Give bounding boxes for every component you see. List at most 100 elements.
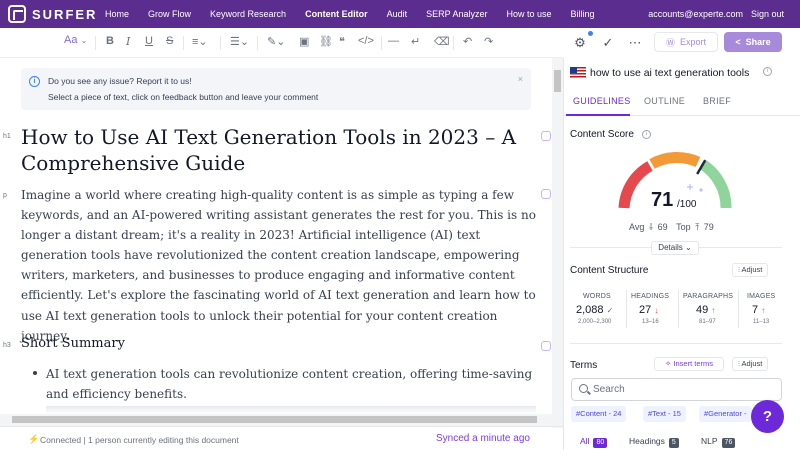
sliders-icon: ⫶ <box>738 265 740 274</box>
info-icon[interactable]: i <box>763 67 772 76</box>
comment-icon[interactable] <box>541 189 551 199</box>
redo-icon[interactable]: ↷ <box>484 35 493 48</box>
nav-how-to-use[interactable]: How to use <box>506 9 551 19</box>
tab-guidelines[interactable]: GUIDELINES <box>573 96 631 106</box>
filter-nlp-count: 76 <box>721 438 736 448</box>
adjust-terms-button[interactable]: ⫶ Adjust <box>732 357 769 371</box>
next-line-fade <box>46 406 536 414</box>
logo[interactable]: SURFER <box>8 5 100 23</box>
arrow-up-icon: ↑ <box>761 306 766 315</box>
italic-icon[interactable]: I <box>126 35 130 48</box>
search-icon <box>579 384 588 393</box>
filter-all-label: All <box>580 436 590 446</box>
vertical-scroll-thumb[interactable] <box>554 70 561 92</box>
avg-icon: ⸸ <box>648 222 654 232</box>
terms-title: Terms <box>570 360 598 371</box>
export-button[interactable]: Ⓦ Export <box>654 32 718 52</box>
stat-paragraphs-range: 81–97 <box>699 319 716 325</box>
close-icon[interactable]: × <box>518 74 523 84</box>
stat-words-label: WORDS <box>583 293 611 300</box>
nav-billing[interactable]: Billing <box>571 9 595 19</box>
details-button[interactable]: Details ⌄ <box>651 241 699 255</box>
top-value: 79 <box>703 222 714 232</box>
nav-home[interactable]: Home <box>105 9 129 19</box>
stat-divider <box>738 290 739 328</box>
term-chip[interactable]: #Content - 24 <box>571 406 627 422</box>
strikethrough-icon[interactable]: S <box>166 35 173 47</box>
list-icon[interactable]: ☰⌄ <box>230 35 249 48</box>
tab-brief[interactable]: BRIEF <box>703 96 731 106</box>
connection-status: Connected | 1 person currently editing t… <box>40 435 239 445</box>
stat-images-value: 7 ↑ <box>752 304 765 316</box>
target-keyword[interactable]: how to use ai text generation tools <box>590 67 749 79</box>
gauge-green-segment <box>698 159 732 209</box>
align-icon[interactable]: ≡⌄ <box>192 35 208 48</box>
horizontal-rule-icon[interactable]: — <box>388 35 399 47</box>
comment-icon[interactable] <box>541 341 551 351</box>
nav-keyword-research[interactable]: Keyword Research <box>210 9 286 19</box>
bold-icon[interactable]: B <box>106 35 114 47</box>
filter-nlp[interactable]: NLP 76 <box>701 436 736 448</box>
term-chip[interactable]: #Text - 15 <box>643 406 686 422</box>
link-icon[interactable]: ⛓ <box>319 35 333 48</box>
highlight-icon[interactable]: ✎⌄ <box>267 35 285 48</box>
share-icon: < <box>735 37 741 47</box>
sparkle-icon <box>687 184 703 192</box>
quote-icon[interactable]: ❝ <box>339 35 345 48</box>
account-email[interactable]: accounts@experte.com <box>648 9 743 19</box>
toolbar-divider <box>183 36 184 50</box>
comment-icon[interactable] <box>541 131 551 141</box>
intro-paragraph[interactable]: Imagine a world where creating high-qual… <box>21 185 536 346</box>
top-label: Top <box>676 222 691 232</box>
export-label: Export <box>680 37 707 47</box>
block-tag-h3: h3 <box>3 342 11 349</box>
undo-icon[interactable]: ↶ <box>463 35 472 48</box>
filter-headings[interactable]: Headings 5 <box>629 436 679 448</box>
filter-headings-count: 5 <box>668 438 679 448</box>
adjust-label: Adjust <box>741 359 763 368</box>
check-circle-icon[interactable]: ✓ <box>600 35 616 51</box>
insert-terms-button[interactable]: ✧ Insert terms <box>654 357 724 371</box>
code-icon[interactable]: </> <box>358 35 374 47</box>
signout-link[interactable]: Sign out <box>751 9 784 19</box>
clear-format-icon[interactable]: ⌫ <box>434 35 450 48</box>
document-title[interactable]: How to Use AI Text Generation Tools in 2… <box>21 124 541 176</box>
image-icon[interactable]: ▣ <box>299 35 309 48</box>
filter-all-count: 80 <box>593 438 608 448</box>
sliders-icon: ⫶ <box>738 359 740 368</box>
text-style-label: Aa <box>64 34 78 46</box>
top-nav: SURFER Home Grow Flow Keyword Research C… <box>0 0 800 28</box>
more-options-icon[interactable]: ⋯ <box>627 35 643 51</box>
stat-words-range: 2,000–2,300 <box>578 319 612 325</box>
notification-dot <box>588 31 593 36</box>
logo-text: SURFER <box>32 6 98 22</box>
list-item[interactable]: AI text generation tools can revolutioni… <box>46 364 536 404</box>
help-chat-button[interactable]: ? <box>751 400 784 433</box>
stat-paragraphs-label: PARAGRAPHS <box>683 293 734 300</box>
gauge-orange-segment <box>649 151 701 169</box>
nav-grow-flow[interactable]: Grow Flow <box>148 9 191 19</box>
settings-gear-icon[interactable]: ⚙ <box>572 35 588 51</box>
nav-serp-analyzer[interactable]: SERP Analyzer <box>426 9 487 19</box>
term-chip[interactable]: #Generator - <box>699 406 752 422</box>
info-icon[interactable]: i <box>642 130 651 139</box>
nav-audit[interactable]: Audit <box>387 9 408 19</box>
surfer-logo-icon <box>8 5 26 23</box>
nav-content-editor[interactable]: Content Editor <box>305 9 368 19</box>
section-heading[interactable]: Short Summary <box>21 336 125 351</box>
tab-outline[interactable]: OUTLINE <box>644 96 685 106</box>
text-style-dropdown[interactable]: Aa ⌄ <box>64 34 87 46</box>
gauge-red-segment <box>618 161 653 209</box>
filter-nlp-label: NLP <box>701 436 718 446</box>
share-button[interactable]: < Share <box>724 32 782 52</box>
underline-icon[interactable]: U <box>145 35 153 47</box>
bullet-icon <box>33 371 37 375</box>
horizontal-scroll-thumb[interactable] <box>12 416 537 423</box>
vertical-scrollbar[interactable] <box>552 58 563 428</box>
toolbar-divider <box>257 36 258 50</box>
filter-all[interactable]: All 80 <box>580 436 608 448</box>
feedback-banner: i Do you see any issue? Report it to us!… <box>21 68 531 110</box>
search-placeholder: Search <box>593 384 625 395</box>
adjust-structure-button[interactable]: ⫶ Adjust <box>732 263 769 277</box>
line-break-icon[interactable]: ↵ <box>411 35 420 48</box>
